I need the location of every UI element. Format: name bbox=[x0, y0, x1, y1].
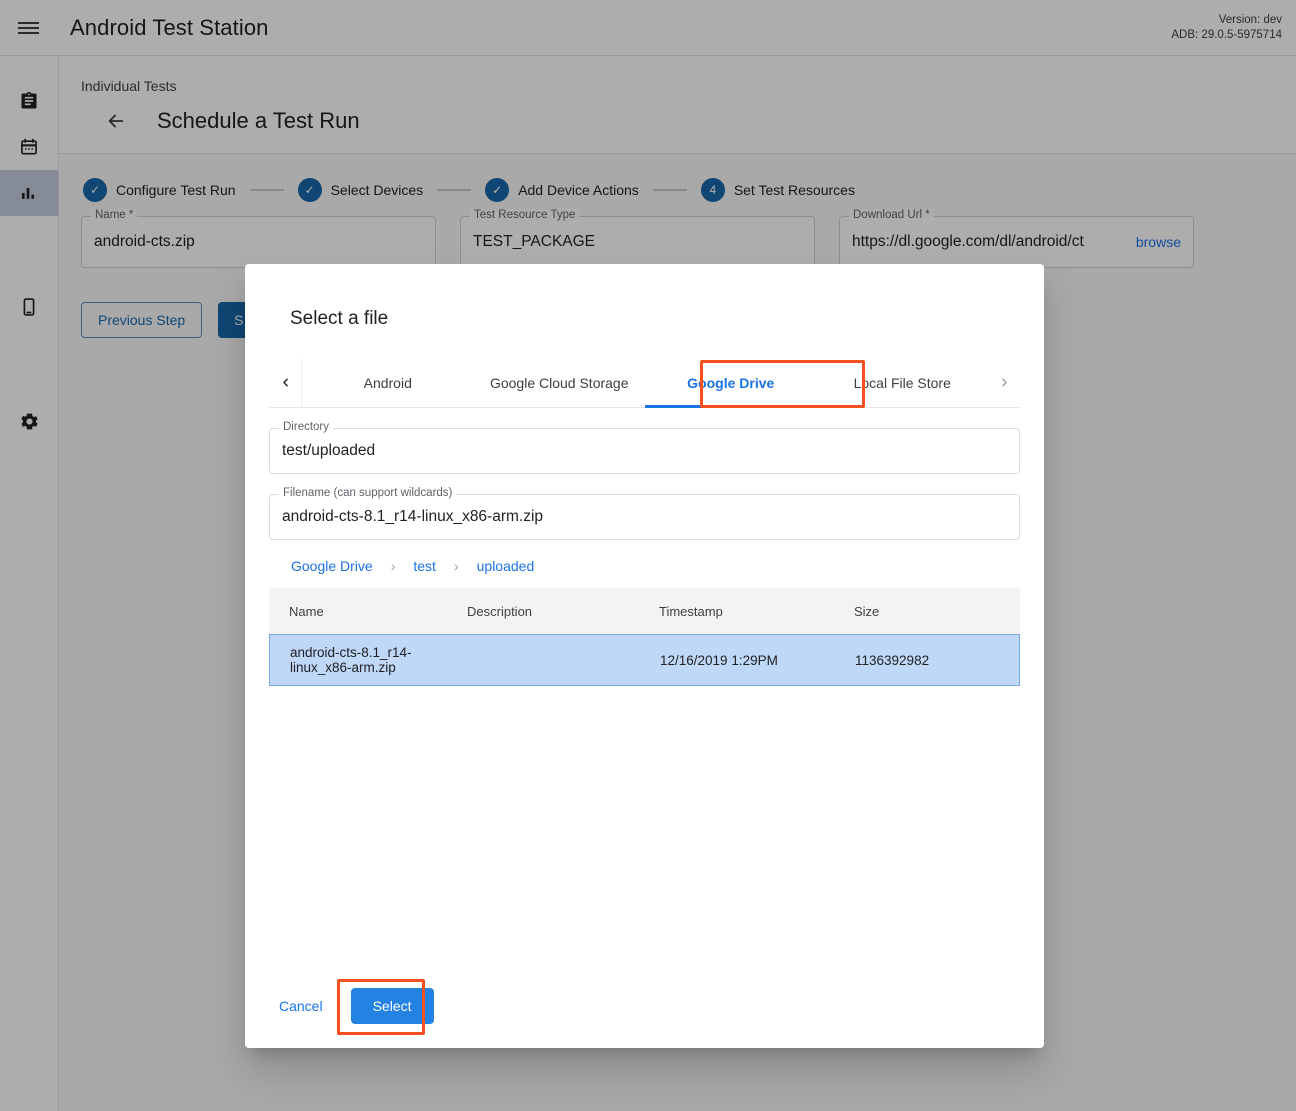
cell-name: android-cts-8.1_r14-linux_x86-arm.zip bbox=[270, 645, 468, 675]
filename-label: Filename (can support wildcards) bbox=[279, 487, 456, 499]
breadcrumb-uploaded[interactable]: uploaded bbox=[471, 558, 541, 574]
directory-label: Directory bbox=[279, 421, 333, 433]
column-header-timestamp: Timestamp bbox=[659, 604, 854, 619]
select-file-dialog: Select a file Android Google Cloud Stora… bbox=[245, 264, 1044, 1048]
directory-field[interactable]: Directory bbox=[269, 428, 1020, 474]
cell-size: 1136392982 bbox=[855, 653, 1019, 668]
file-source-tabs: Android Google Cloud Storage Google Driv… bbox=[269, 358, 1020, 408]
path-breadcrumb: Google Drive › test › uploaded bbox=[269, 540, 1020, 574]
breadcrumb-google-drive[interactable]: Google Drive bbox=[285, 558, 379, 574]
breadcrumb-separator-icon: › bbox=[442, 558, 471, 574]
dialog-title: Select a file bbox=[245, 264, 1044, 330]
table-row[interactable]: android-cts-8.1_r14-linux_x86-arm.zip 12… bbox=[269, 634, 1020, 686]
tab-google-drive[interactable]: Google Drive bbox=[645, 358, 817, 407]
chevron-left-icon[interactable] bbox=[269, 358, 301, 407]
tab-local-file-store[interactable]: Local File Store bbox=[817, 358, 989, 407]
table-header: Name Description Timestamp Size bbox=[269, 588, 1020, 634]
tab-google-cloud-storage[interactable]: Google Cloud Storage bbox=[474, 358, 646, 407]
cell-timestamp: 12/16/2019 1:29PM bbox=[660, 653, 855, 668]
tab-android[interactable]: Android bbox=[302, 358, 474, 407]
directory-input[interactable] bbox=[282, 442, 1007, 460]
filename-field[interactable]: Filename (can support wildcards) bbox=[269, 494, 1020, 540]
screen: Android Test Station Version: dev ADB: 2… bbox=[0, 0, 1296, 1111]
chevron-right-icon[interactable] bbox=[988, 358, 1020, 407]
select-button[interactable]: Select bbox=[351, 988, 434, 1024]
dialog-actions: Cancel Select bbox=[245, 988, 1044, 1048]
file-table: Name Description Timestamp Size android-… bbox=[269, 588, 1020, 686]
filename-input[interactable] bbox=[282, 508, 1007, 526]
column-header-size: Size bbox=[854, 604, 1020, 619]
breadcrumb-test[interactable]: test bbox=[407, 558, 442, 574]
cancel-button[interactable]: Cancel bbox=[263, 989, 339, 1023]
tab-list: Android Google Cloud Storage Google Driv… bbox=[301, 358, 988, 407]
table-empty-space bbox=[269, 686, 1020, 988]
dialog-body: Directory Filename (can support wildcard… bbox=[245, 408, 1044, 988]
column-header-name: Name bbox=[269, 604, 467, 619]
breadcrumb-separator-icon: › bbox=[379, 558, 408, 574]
column-header-description: Description bbox=[467, 604, 659, 619]
